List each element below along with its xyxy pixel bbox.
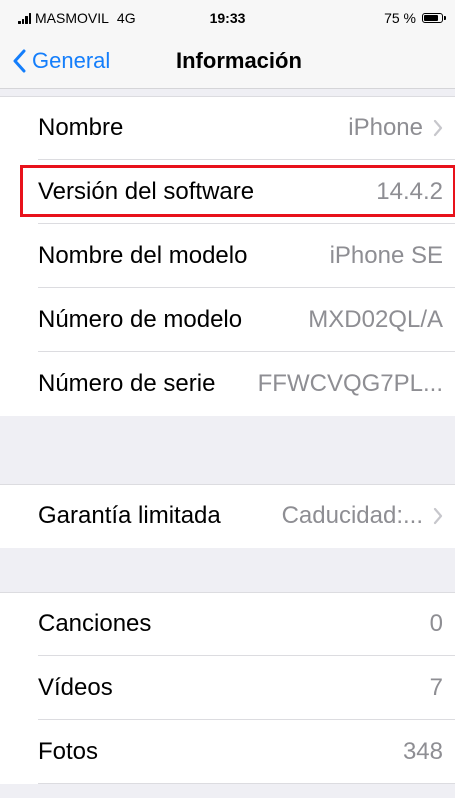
row-model-name: Nombre del modelo iPhone SE [0, 224, 455, 288]
back-label: General [32, 48, 111, 73]
about-info-section: Nombre iPhone Versión del software 14.4.… [0, 96, 455, 416]
row-value: 348 [402, 738, 443, 765]
battery-percent: 75 % [384, 10, 416, 26]
row-value: MXD02QL/A [308, 306, 443, 333]
row-model-number[interactable]: Número de modelo MXD02QL/A [0, 288, 455, 352]
media-counts-section: Canciones 0 Vídeos 7 Fotos 348 [0, 592, 455, 784]
row-value: Caducidad:... [281, 502, 423, 529]
row-label: Nombre [38, 114, 124, 141]
row-software-version: Versión del software 14.4.2 [0, 160, 455, 224]
row-songs: Canciones 0 [0, 592, 455, 656]
row-videos: Vídeos 7 [0, 656, 455, 720]
battery-icon [422, 13, 446, 23]
row-photos: Fotos 348 [0, 720, 455, 784]
row-serial-number: Número de serie FFWCVQG7PL... [0, 352, 455, 416]
row-label: Fotos [38, 738, 99, 765]
chevron-right-icon [433, 119, 443, 137]
row-label: Número de modelo [38, 306, 243, 333]
row-label: Nombre del modelo [38, 242, 248, 269]
row-value: FFWCVQG7PL... [257, 370, 443, 397]
row-label: Garantía limitada [38, 502, 221, 529]
row-value: 0 [429, 610, 443, 637]
row-label: Canciones [38, 610, 152, 637]
chevron-right-icon [433, 507, 443, 525]
row-value: 14.4.2 [376, 178, 443, 205]
row-limited-warranty[interactable]: Garantía limitada Caducidad:... [0, 484, 455, 548]
back-button[interactable]: General [12, 44, 110, 78]
row-value: iPhone SE [329, 242, 443, 269]
warranty-section: Garantía limitada Caducidad:... [0, 484, 455, 548]
status-bar: MASMOVIL 4G 19:33 75 % [0, 0, 455, 38]
row-label: Vídeos [38, 674, 113, 701]
row-label: Número de serie [38, 370, 216, 397]
page-title: Información [176, 48, 302, 73]
row-value: iPhone [348, 114, 423, 141]
row-value: 7 [429, 674, 443, 701]
row-name[interactable]: Nombre iPhone [0, 96, 455, 160]
chevron-left-icon [13, 49, 26, 73]
row-label: Versión del software [38, 178, 255, 205]
navigation-bar: General Información [0, 38, 455, 89]
status-right: 75 % [384, 10, 446, 26]
